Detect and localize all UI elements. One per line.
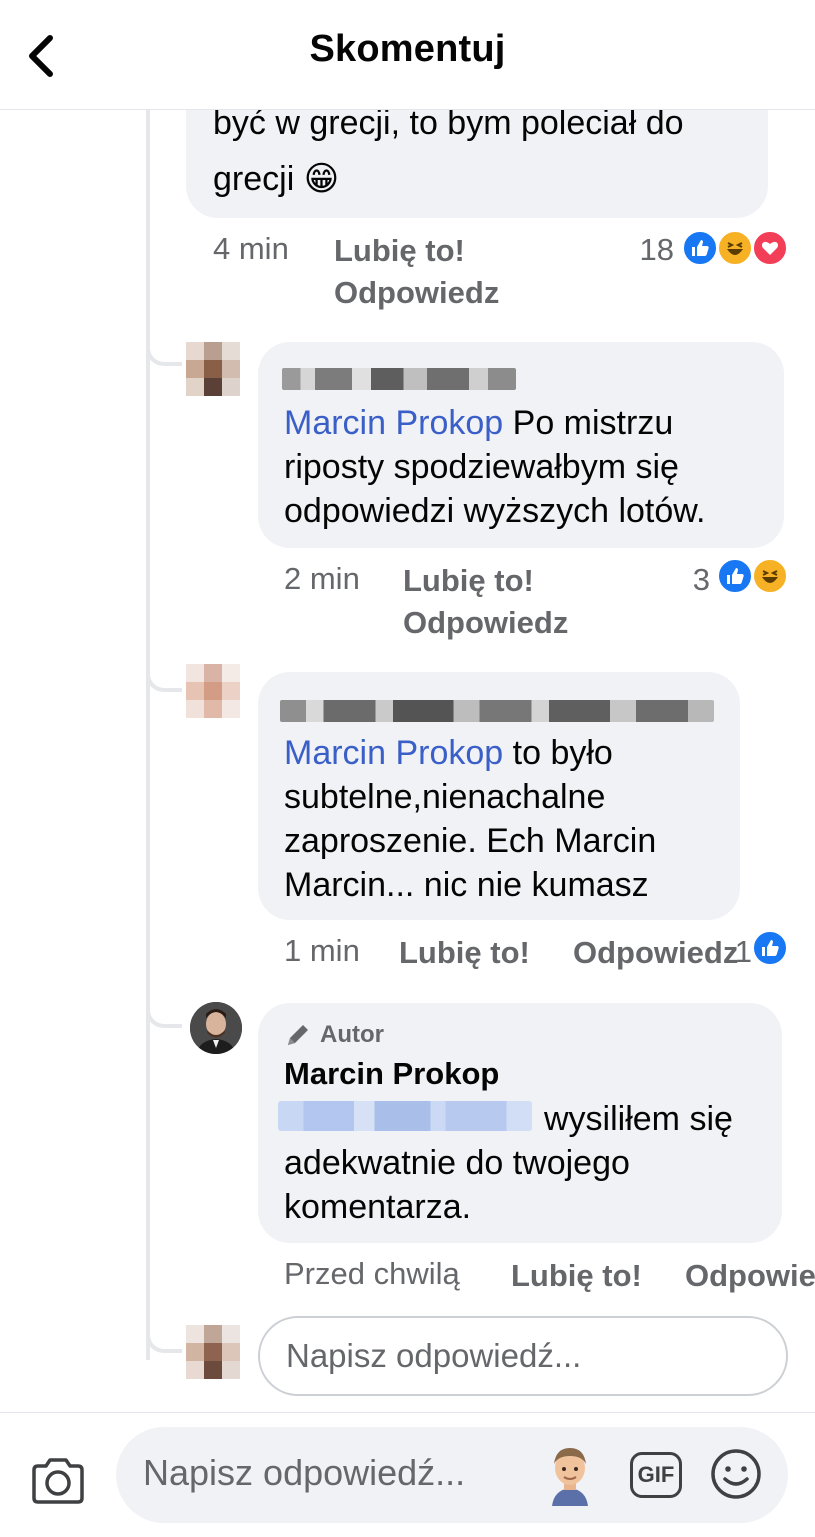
like-button[interactable]: Lubię to! <box>399 935 530 971</box>
comment-text: komentarza. <box>284 1188 472 1226</box>
gif-button[interactable]: GIF <box>630 1452 682 1498</box>
mention-link[interactable]: Marcin Prokop <box>284 734 503 772</box>
like-icon[interactable] <box>682 230 718 266</box>
thread-branch <box>146 1000 182 1028</box>
comment-text-line: Marcin Prokop Po mistrzu <box>284 404 674 442</box>
like-icon[interactable] <box>752 930 788 966</box>
reaction-count: 1 <box>734 934 752 969</box>
mention-blurred[interactable] <box>278 1101 532 1131</box>
comment-time: 4 min <box>213 231 289 266</box>
reply-button[interactable]: Odpowie <box>685 1258 815 1294</box>
like-button[interactable]: Lubię to! <box>403 563 534 599</box>
top-bar: Skomentuj <box>0 0 815 110</box>
grin-emoji: 😁 <box>303 160 340 198</box>
composer-placeholder: Napisz odpowiedź... <box>143 1452 466 1493</box>
author-badge: Autor <box>284 1020 384 1050</box>
avatar[interactable] <box>186 342 240 396</box>
reply-button[interactable]: Odpowiedz <box>403 605 568 641</box>
my-avatar[interactable] <box>186 1325 240 1383</box>
author-name-blurred[interactable] <box>280 700 714 722</box>
author-avatar[interactable] <box>190 1002 242 1054</box>
comment-text: subtelne,nienachalne <box>284 778 606 816</box>
author-name[interactable]: Marcin Prokop <box>284 1056 499 1092</box>
comment-text: odpowiedzi wyższych lotów. <box>284 492 706 530</box>
comment-text: zaproszenie. Ech Marcin <box>284 822 657 860</box>
like-button[interactable]: Lubię to! <box>334 233 465 269</box>
reaction-count: 3 <box>692 562 710 597</box>
reply-button[interactable]: Odpowiedz <box>573 935 738 971</box>
comment-text: wysiliłem się <box>544 1100 733 1138</box>
like-icon[interactable] <box>717 558 753 594</box>
pencil-icon <box>288 1025 308 1045</box>
like-button[interactable]: Lubię to! <box>511 1258 642 1294</box>
reply-input[interactable]: Napisz odpowiedź... <box>258 1316 788 1396</box>
comment-time: 2 min <box>284 561 360 596</box>
reply-button[interactable]: Odpowiedz <box>334 275 499 311</box>
comment-time: 1 min <box>284 933 360 968</box>
avatar[interactable] <box>186 664 240 718</box>
comment-time: Przed chwilą <box>284 1256 460 1291</box>
thread-branch <box>146 338 182 366</box>
love-icon[interactable] <box>752 230 788 266</box>
thread-line <box>146 110 150 1360</box>
thread-branch <box>146 1325 182 1353</box>
mention-link[interactable]: Marcin Prokop <box>284 404 503 442</box>
haha-icon[interactable] <box>717 230 753 266</box>
avatar-sticker-icon[interactable] <box>542 1442 598 1506</box>
camera-icon[interactable] <box>30 1456 86 1506</box>
thread-branch <box>146 664 182 692</box>
reaction-count: 18 <box>639 232 674 267</box>
emoji-icon[interactable] <box>710 1448 762 1500</box>
comment-text: Marcin... nic nie kumasz <box>284 866 649 904</box>
haha-icon[interactable] <box>752 558 788 594</box>
author-name-blurred[interactable] <box>282 368 516 390</box>
comment-text-line: Marcin Prokop to było <box>284 734 613 772</box>
comment-text: adekwatnie do twojego <box>284 1144 630 1182</box>
comment-text-line: grecji 😁 <box>213 160 340 198</box>
page-title: Skomentuj <box>309 28 506 70</box>
comment-text: riposty spodziewałbym się <box>284 448 679 486</box>
